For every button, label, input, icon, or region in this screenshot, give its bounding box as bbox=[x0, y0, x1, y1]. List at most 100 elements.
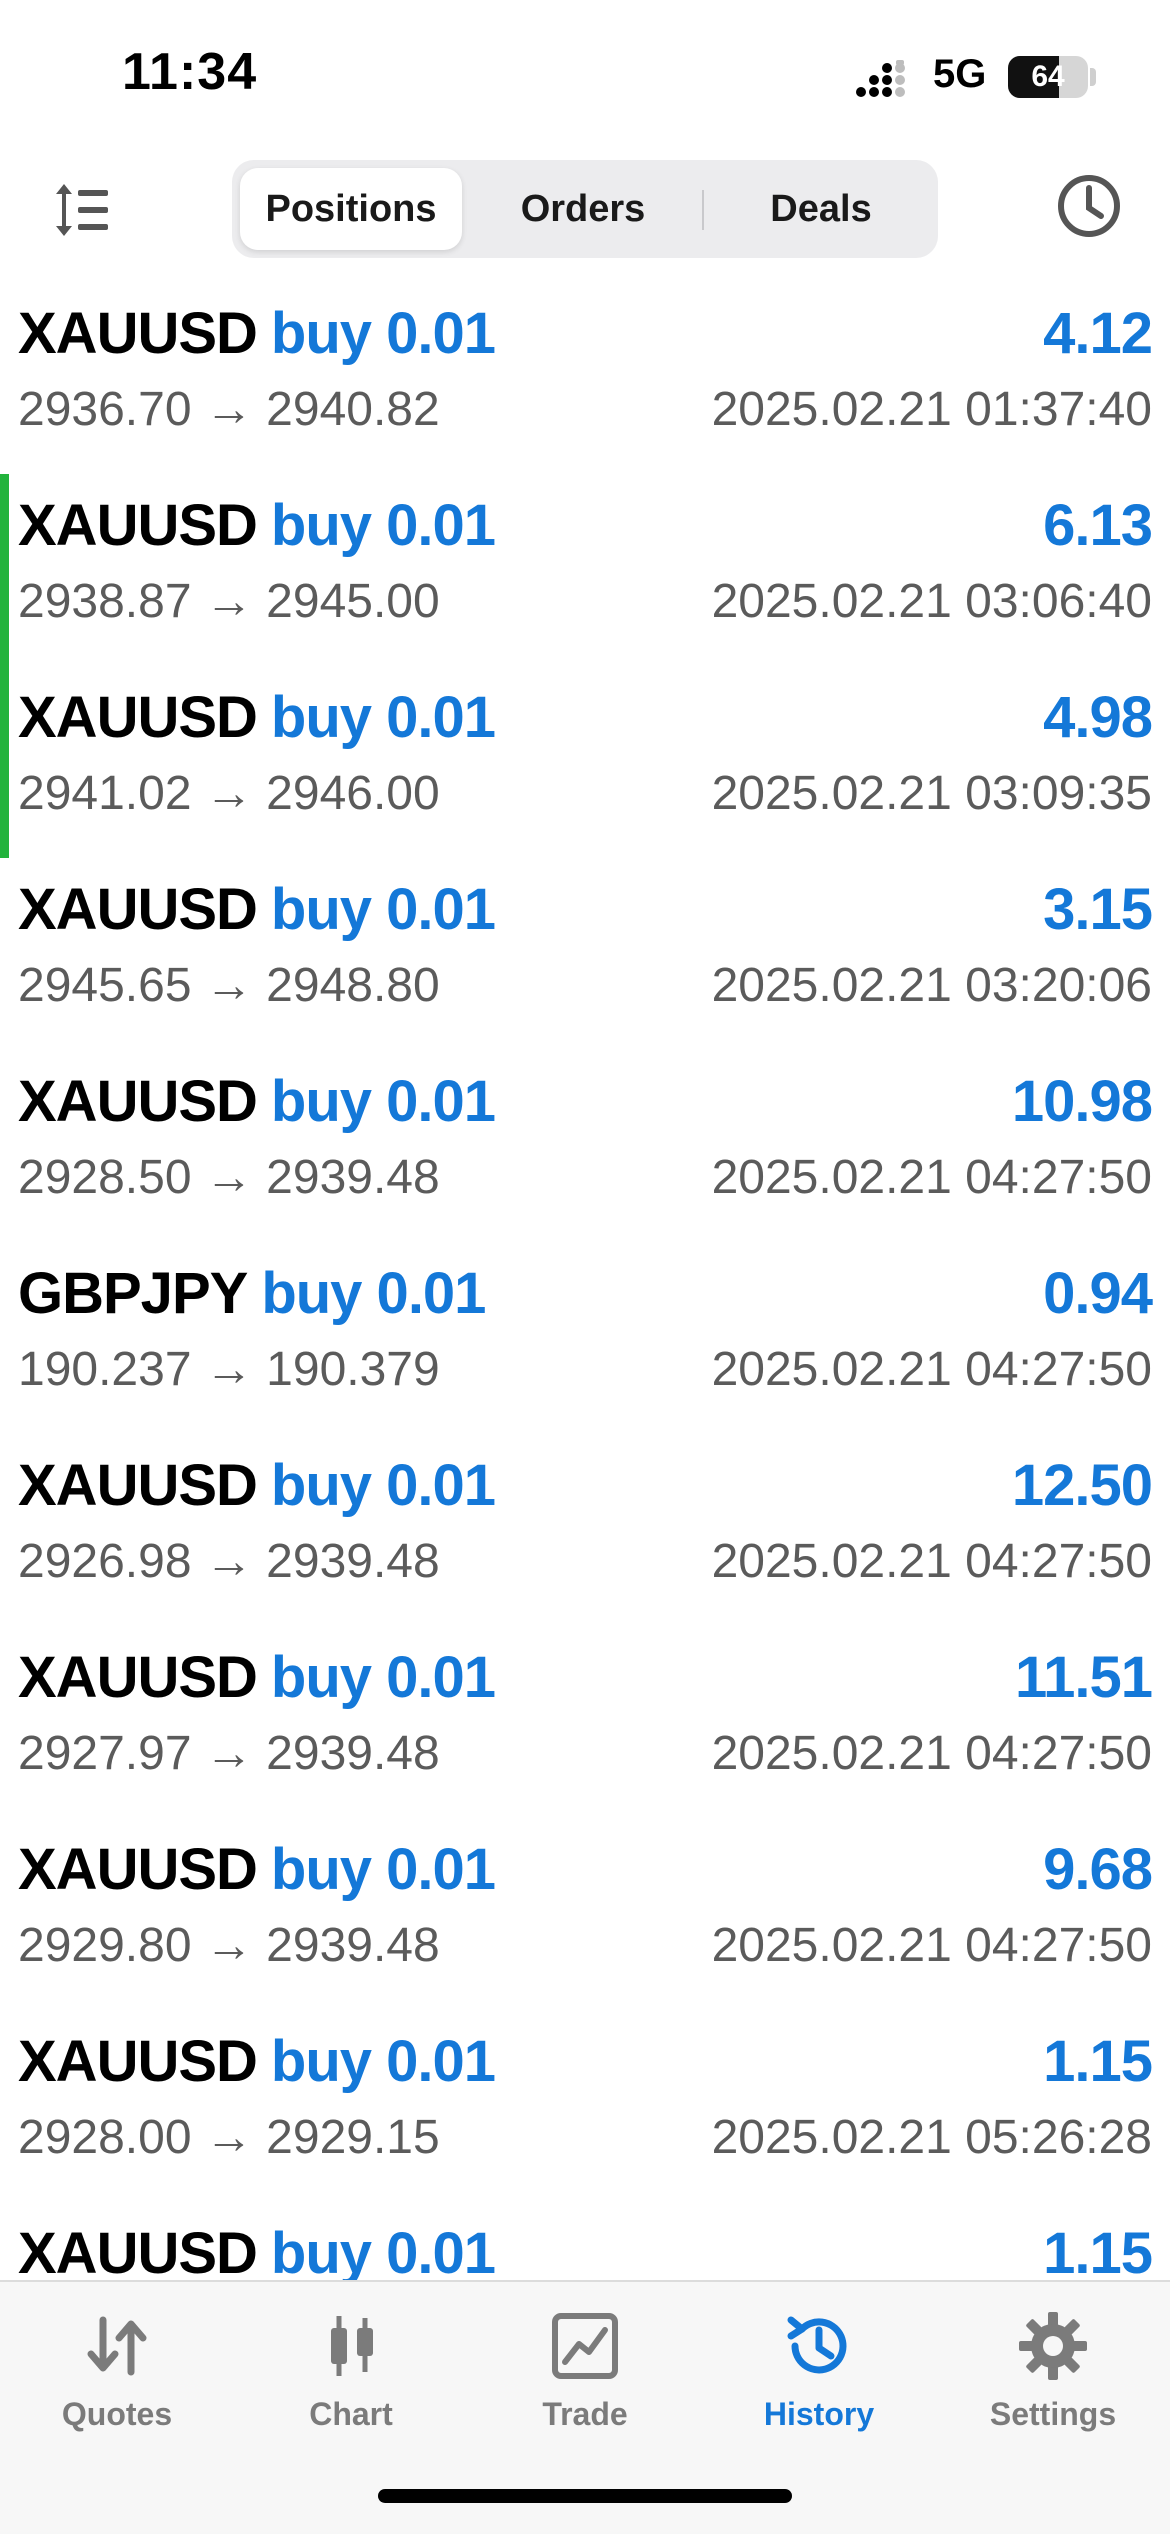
deal-row[interactable]: XAUUSD buy 0.01 1.15 2928.00 → 2929.15 2025.… bbox=[0, 2010, 1170, 2202]
quotes-icon bbox=[87, 2316, 147, 2376]
deal-side: buy 0.01 bbox=[270, 877, 496, 942]
deal-time: 2025.02.21 03:09:35 bbox=[711, 767, 1152, 820]
deal-side: buy 0.01 bbox=[270, 1645, 496, 1710]
deal-time: 2025.02.21 01:37:40 bbox=[711, 383, 1152, 436]
sort-icon[interactable] bbox=[52, 180, 112, 240]
nav-label: History bbox=[763, 2396, 875, 2432]
battery-level: 64 bbox=[1031, 60, 1065, 93]
deal-prices: 2928.50 → 2939.48 bbox=[18, 1151, 440, 1204]
deal-title: XAUUSD buy 0.01 bbox=[18, 1836, 496, 1903]
deal-prices: 2927.97 → 2939.48 bbox=[18, 1727, 440, 1780]
deal-prices: 2938.87 → 2945.00 bbox=[18, 575, 440, 628]
deal-profit: 3.15 bbox=[1043, 877, 1153, 942]
deal-title: XAUUSD buy 0.01 bbox=[18, 1068, 496, 1135]
nav-history[interactable]: History bbox=[702, 2300, 936, 2450]
deal-time: 2025.02.21 04:27:50 bbox=[711, 1919, 1152, 1972]
trade-icon bbox=[552, 2313, 618, 2379]
deal-symbol: GBPJPY bbox=[18, 1261, 248, 1326]
segment-divider bbox=[702, 190, 704, 230]
signal-icon bbox=[856, 60, 905, 97]
nav-label: Settings bbox=[989, 2396, 1117, 2432]
deal-prices: 2928.00 → 2929.15 bbox=[18, 2111, 440, 2164]
deal-side: buy 0.01 bbox=[270, 2029, 496, 2094]
deal-profit: 12.50 bbox=[1011, 1453, 1153, 1518]
deal-title: XAUUSD buy 0.01 bbox=[18, 684, 496, 751]
deal-symbol: XAUUSD bbox=[18, 685, 258, 750]
deal-side: buy 0.01 bbox=[270, 1069, 496, 1134]
tab-orders[interactable]: Orders bbox=[472, 168, 694, 250]
deal-prices: 2926.98 → 2939.48 bbox=[18, 1535, 440, 1588]
deal-side: buy 0.01 bbox=[270, 493, 496, 558]
tab-deals[interactable]: Deals bbox=[710, 168, 932, 250]
deal-time: 2025.02.21 03:20:06 bbox=[711, 959, 1152, 1012]
deal-row[interactable]: XAUUSD buy 0.01 4.98 2941.02 → 2946.00 2025.… bbox=[0, 666, 1170, 858]
deal-prices: 2929.80 → 2939.48 bbox=[18, 1919, 440, 1972]
nav-trade[interactable]: Trade bbox=[468, 2300, 702, 2450]
deal-row[interactable]: XAUUSD buy 0.01 11.51 2927.97 → 2939.48 2025… bbox=[0, 1626, 1170, 1818]
deal-profit: 1.15 bbox=[1043, 2029, 1153, 2094]
deal-row[interactable]: GBPJPY buy 0.01 0.94 190.237 → 190.379 2025.… bbox=[0, 1242, 1170, 1434]
deal-time: 2025.02.21 04:27:50 bbox=[711, 1343, 1152, 1396]
deal-symbol: XAUUSD bbox=[18, 301, 258, 366]
deal-profit: 4.12 bbox=[1043, 301, 1153, 366]
deal-time: 2025.02.21 04:27:50 bbox=[711, 1151, 1152, 1204]
deal-row[interactable]: XAUUSD buy 0.01 4.12 2936.70 → 2940.82 2025.… bbox=[0, 282, 1170, 474]
deal-profit: 6.13 bbox=[1043, 493, 1153, 558]
deal-prices: 2941.02 → 2946.00 bbox=[18, 767, 440, 820]
status-bar: 11:34 5G 64 bbox=[0, 0, 1170, 150]
deal-symbol: XAUUSD bbox=[18, 2029, 258, 2094]
tab-positions[interactable]: Positions bbox=[240, 168, 462, 250]
clock-icon[interactable] bbox=[1055, 172, 1123, 240]
deal-title: XAUUSD buy 0.01 bbox=[18, 1452, 496, 1519]
selection-marker bbox=[0, 666, 9, 858]
deal-time: 2025.02.21 03:06:40 bbox=[711, 575, 1152, 628]
nav-label: Trade bbox=[542, 2396, 628, 2432]
deal-symbol: XAUUSD bbox=[18, 493, 258, 558]
nav-settings[interactable]: Settings bbox=[936, 2300, 1170, 2450]
deal-time: 2025.02.21 04:27:50 bbox=[711, 1727, 1152, 1780]
deal-side: buy 0.01 bbox=[270, 1453, 496, 1518]
deal-row[interactable]: XAUUSD buy 0.01 9.68 2929.80 → 2939.48 2025.… bbox=[0, 1818, 1170, 2010]
deal-time: 2025.02.21 04:27:50 bbox=[711, 1535, 1152, 1588]
chart-icon bbox=[331, 2316, 373, 2376]
deal-profit: 10.98 bbox=[1011, 1069, 1153, 1134]
top-bar: Positions Orders Deals bbox=[0, 150, 1170, 270]
home-indicator bbox=[378, 2489, 792, 2503]
deal-row[interactable]: XAUUSD buy 0.01 6.13 2938.87 → 2945.00 2025.… bbox=[0, 474, 1170, 666]
battery-tip bbox=[1090, 68, 1096, 86]
deal-profit: 9.68 bbox=[1043, 1837, 1153, 1902]
deal-row[interactable]: XAUUSD buy 0.01 1.15 bbox=[0, 2202, 1170, 2280]
deal-symbol: XAUUSD bbox=[18, 2221, 258, 2280]
deal-row[interactable]: XAUUSD buy 0.01 10.98 2928.50 → 2939.48 2025… bbox=[0, 1050, 1170, 1242]
deal-time: 2025.02.21 05:26:28 bbox=[711, 2111, 1152, 2164]
deal-side: buy 0.01 bbox=[270, 685, 496, 750]
nav-label: Quotes bbox=[61, 2396, 173, 2432]
deal-prices: 2936.70 → 2940.82 bbox=[18, 383, 440, 436]
status-time: 11:34 bbox=[122, 43, 258, 101]
deal-title: GBPJPY buy 0.01 bbox=[18, 1260, 486, 1327]
deal-profit: 11.51 bbox=[1015, 1645, 1153, 1710]
network-label: 5G bbox=[933, 52, 987, 96]
history-icon bbox=[787, 2316, 847, 2374]
nav-quotes[interactable]: Quotes bbox=[0, 2300, 234, 2450]
deal-row[interactable]: XAUUSD buy 0.01 12.50 2926.98 → 2939.48 2025… bbox=[0, 1434, 1170, 1626]
deal-title: XAUUSD buy 0.01 bbox=[18, 1644, 496, 1711]
deal-symbol: XAUUSD bbox=[18, 1837, 258, 1902]
deal-list[interactable]: XAUUSD buy 0.01 4.12 2936.70 → 2940.82 2025.… bbox=[0, 282, 1170, 2280]
deal-symbol: XAUUSD bbox=[18, 1069, 258, 1134]
deal-side: buy 0.01 bbox=[270, 301, 496, 366]
deal-symbol: XAUUSD bbox=[18, 1645, 258, 1710]
deal-row[interactable]: XAUUSD buy 0.01 3.15 2945.65 → 2948.80 2025.… bbox=[0, 858, 1170, 1050]
deal-profit: 4.98 bbox=[1043, 685, 1153, 750]
deal-side: buy 0.01 bbox=[261, 1261, 486, 1326]
deal-profit: 0.94 bbox=[1043, 1261, 1153, 1326]
selection-marker bbox=[0, 474, 9, 666]
deal-side: buy 0.01 bbox=[270, 1837, 496, 1902]
deal-symbol: XAUUSD bbox=[18, 1453, 258, 1518]
deal-profit: 1.15 bbox=[1043, 2221, 1153, 2280]
settings-icon bbox=[1019, 2312, 1087, 2380]
nav-chart[interactable]: Chart bbox=[234, 2300, 468, 2450]
deal-prices: 190.237 → 190.379 bbox=[18, 1343, 440, 1396]
nav-label: Chart bbox=[309, 2396, 393, 2432]
segmented-control: Positions Orders Deals bbox=[232, 160, 938, 258]
